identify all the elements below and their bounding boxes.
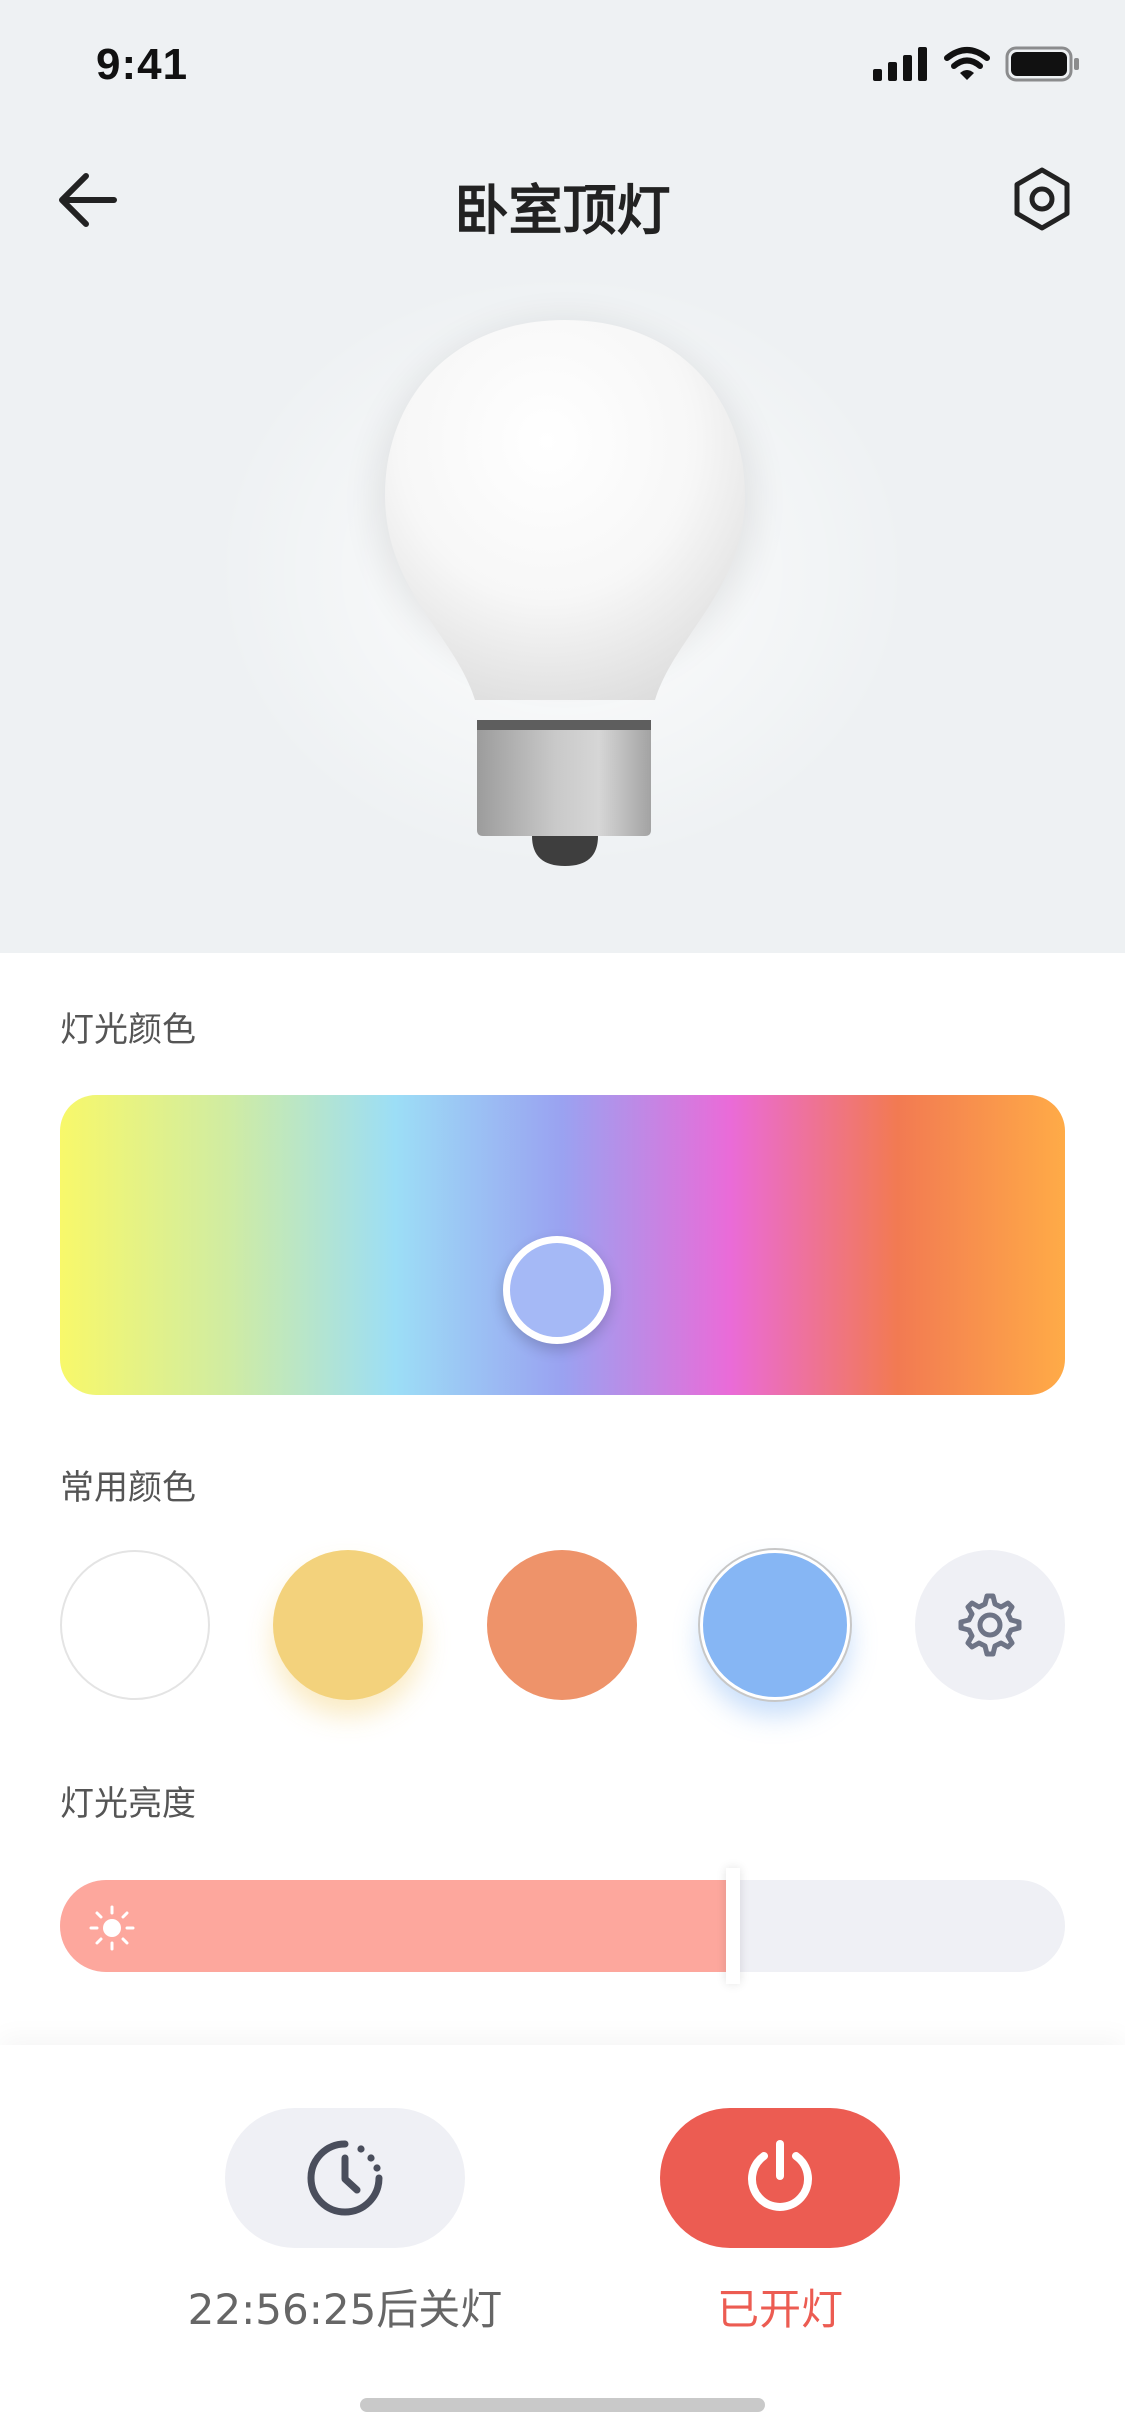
brightness-label: 灯光亮度 (60, 1784, 196, 1824)
gear-icon (958, 1593, 1022, 1657)
bottom-control-panel (0, 2045, 1125, 2436)
timer-button[interactable] (225, 2108, 465, 2248)
timer-label: 22:56:25后关灯 (187, 2285, 503, 2334)
light-bulb-icon (375, 320, 755, 866)
battery-icon (1005, 46, 1079, 82)
brightness-slider[interactable] (60, 1880, 1065, 1972)
edit-colors-button[interactable] (915, 1550, 1065, 1700)
sun-icon (89, 1905, 135, 1951)
power-label: 已开灯 (716, 2285, 843, 2334)
page-title: 卧室顶灯 (454, 179, 671, 242)
signal-icon (873, 47, 927, 81)
swatch-orange[interactable] (487, 1550, 637, 1700)
power-icon (748, 2140, 812, 2211)
status-time: 9:41 (96, 40, 189, 89)
swatch-white[interactable] (60, 1550, 210, 1700)
common-colors-label: 常用颜色 (60, 1468, 196, 1508)
bulb-preview-area: 9:41 卧室顶灯 (0, 0, 1125, 953)
status-bar: 9:41 (0, 0, 1125, 140)
brightness-handle[interactable] (726, 1868, 741, 1984)
nav-bar: 卧室顶灯 (0, 150, 1125, 250)
color-picker-knob[interactable] (503, 1236, 611, 1344)
status-icons (873, 46, 1081, 82)
timer-icon (307, 2140, 383, 2216)
brightness-fill (60, 1880, 734, 1972)
power-button[interactable] (660, 2108, 900, 2248)
wifi-icon (944, 47, 990, 80)
hexagon-settings-icon[interactable] (1007, 164, 1077, 234)
bulb-illustration (0, 270, 1125, 910)
swatch-warm-yellow[interactable] (273, 1550, 423, 1700)
home-indicator (360, 2398, 765, 2412)
swatch-blue-selected[interactable] (700, 1550, 850, 1700)
light-color-label: 灯光颜色 (60, 1010, 196, 1050)
